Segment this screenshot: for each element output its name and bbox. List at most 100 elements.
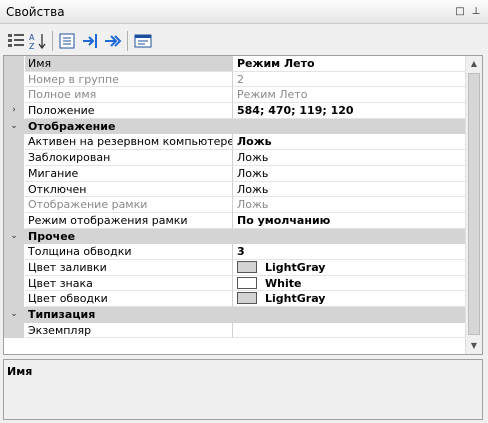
property-value[interactable]: Ложь: [233, 134, 465, 151]
row-margin: [4, 212, 24, 229]
property-value-text: Режим Лето: [237, 57, 315, 70]
property-value[interactable]: Ложь: [233, 182, 465, 198]
property-row[interactable]: › Положение 584; 470; 119; 120: [4, 103, 465, 119]
property-value-text: LightGray: [265, 260, 326, 274]
property-row[interactable]: Заблокирован Ложь: [4, 150, 465, 166]
property-pages-icon[interactable]: [57, 31, 77, 51]
category-label: Прочее: [25, 228, 465, 245]
property-value[interactable]: 2: [233, 72, 465, 88]
property-value-text: 2: [237, 72, 244, 86]
property-value[interactable]: Ложь: [233, 166, 465, 182]
property-value[interactable]: 584; 470; 119; 120: [233, 103, 465, 119]
category-row[interactable]: ⌄ Типизация: [4, 307, 465, 323]
property-value-text: По умолчанию: [237, 213, 331, 227]
restore-window-button[interactable]: □: [454, 6, 466, 18]
row-margin: [4, 56, 24, 72]
property-name: Цвет обводки: [25, 291, 233, 307]
property-value-text: 3: [237, 245, 245, 259]
property-row[interactable]: Полное имя Режим Лето: [4, 87, 465, 104]
collapse-icon[interactable]: ⌄: [9, 309, 19, 319]
category-label: Отображение: [25, 118, 465, 135]
collapse-icon[interactable]: ⌄: [9, 121, 19, 131]
row-margin: ⌄: [4, 307, 24, 323]
property-row[interactable]: Экземпляр: [4, 322, 465, 339]
properties-window-icon[interactable]: [133, 31, 153, 51]
property-row[interactable]: Отключен Ложь: [4, 181, 465, 198]
property-name: Режим отображения рамки: [25, 212, 233, 229]
property-value[interactable]: [233, 323, 465, 339]
go-to-next-icon[interactable]: [103, 31, 123, 51]
property-value-text: Ложь: [237, 151, 269, 165]
expand-icon[interactable]: ›: [9, 105, 19, 115]
property-row[interactable]: Имя Режим Лето: [4, 56, 465, 72]
property-name: Цвет заливки: [25, 259, 233, 276]
property-row[interactable]: Цвет обводки LightGray: [4, 291, 465, 307]
property-rows: Имя Режим Лето Номер в группе 2 Полное имя Ре…: [4, 56, 465, 339]
property-name: Заблокирован: [25, 150, 233, 166]
property-value[interactable]: LightGray: [233, 260, 465, 276]
property-name: Имя: [25, 56, 233, 72]
property-value-text: Ложь: [237, 198, 269, 212]
property-value[interactable]: White: [233, 276, 465, 292]
sort-alphabetical-icon[interactable]: AZ: [28, 31, 48, 51]
row-margin: ›: [4, 103, 24, 119]
category-row[interactable]: ⌄ Прочее: [4, 228, 465, 245]
property-name: Положение: [25, 103, 233, 119]
pin-icon[interactable]: ⊥: [470, 6, 482, 18]
property-value[interactable]: 3: [233, 244, 465, 260]
property-name: Отключен: [25, 181, 233, 198]
row-margin: [4, 165, 24, 182]
property-row[interactable]: Отображение рамки Ложь: [4, 197, 465, 213]
svg-text:A: A: [29, 33, 35, 42]
property-name: Полное имя: [25, 87, 233, 104]
property-row[interactable]: Цвет знака White: [4, 275, 465, 292]
vertical-scrollbar[interactable]: ▲ ▼: [465, 56, 482, 354]
row-margin: [4, 134, 24, 151]
color-swatch: [237, 260, 257, 273]
row-margin: [4, 244, 24, 260]
property-value[interactable]: Ложь: [233, 197, 465, 213]
property-value[interactable]: Ложь: [233, 150, 465, 166]
property-row[interactable]: Режим отображения рамки По умолчанию: [4, 212, 465, 229]
property-value-text: White: [265, 276, 302, 290]
property-value-text: Ложь: [237, 182, 269, 196]
row-margin: [4, 197, 24, 213]
scroll-down-icon[interactable]: ▼: [466, 338, 482, 354]
color-swatch: [237, 292, 257, 305]
property-value[interactable]: Режим Лето: [233, 56, 465, 72]
svg-text:Z: Z: [29, 42, 35, 51]
property-name: Номер в группе: [25, 71, 233, 88]
row-margin: [4, 87, 24, 104]
property-value[interactable]: Режим Лето: [233, 87, 465, 104]
property-row[interactable]: Активен на резервном компьютере Ложь: [4, 134, 465, 151]
property-row[interactable]: Номер в группе 2: [4, 71, 465, 88]
color-swatch: [237, 276, 257, 289]
property-row[interactable]: Толщина обводки 3: [4, 244, 465, 260]
collapse-icon[interactable]: ⌄: [9, 231, 19, 241]
description-title: Имя: [7, 365, 33, 378]
panel-titlebar: Свойства □ ⊥: [0, 0, 488, 24]
scroll-thumb[interactable]: [468, 73, 480, 335]
go-to-definition-icon[interactable]: [80, 31, 100, 51]
property-name: Экземпляр: [25, 322, 233, 339]
row-margin: [4, 322, 24, 339]
toolbar-separator: [52, 31, 53, 51]
property-grid: Имя Режим Лето Номер в группе 2 Полное имя Ре…: [3, 55, 483, 355]
panel-title: Свойства: [6, 5, 65, 19]
row-margin: [4, 71, 24, 88]
category-label: Типизация: [25, 307, 465, 323]
property-value[interactable]: По умолчанию: [233, 213, 465, 229]
categorized-view-icon[interactable]: [6, 31, 26, 51]
property-name: Отображение рамки: [25, 197, 233, 213]
toolbar: AZ: [0, 25, 488, 55]
property-name: Мигание: [25, 165, 233, 182]
row-margin: ⌄: [4, 118, 24, 135]
property-row[interactable]: Мигание Ложь: [4, 165, 465, 182]
property-row[interactable]: Цвет заливки LightGray: [4, 259, 465, 276]
property-name: Активен на резервном компьютере: [25, 134, 233, 151]
category-row[interactable]: ⌄ Отображение: [4, 118, 465, 135]
property-value[interactable]: LightGray: [233, 291, 465, 307]
property-value-text: Ложь: [237, 135, 272, 149]
scroll-up-icon[interactable]: ▲: [466, 56, 482, 72]
row-margin: ⌄: [4, 228, 24, 245]
